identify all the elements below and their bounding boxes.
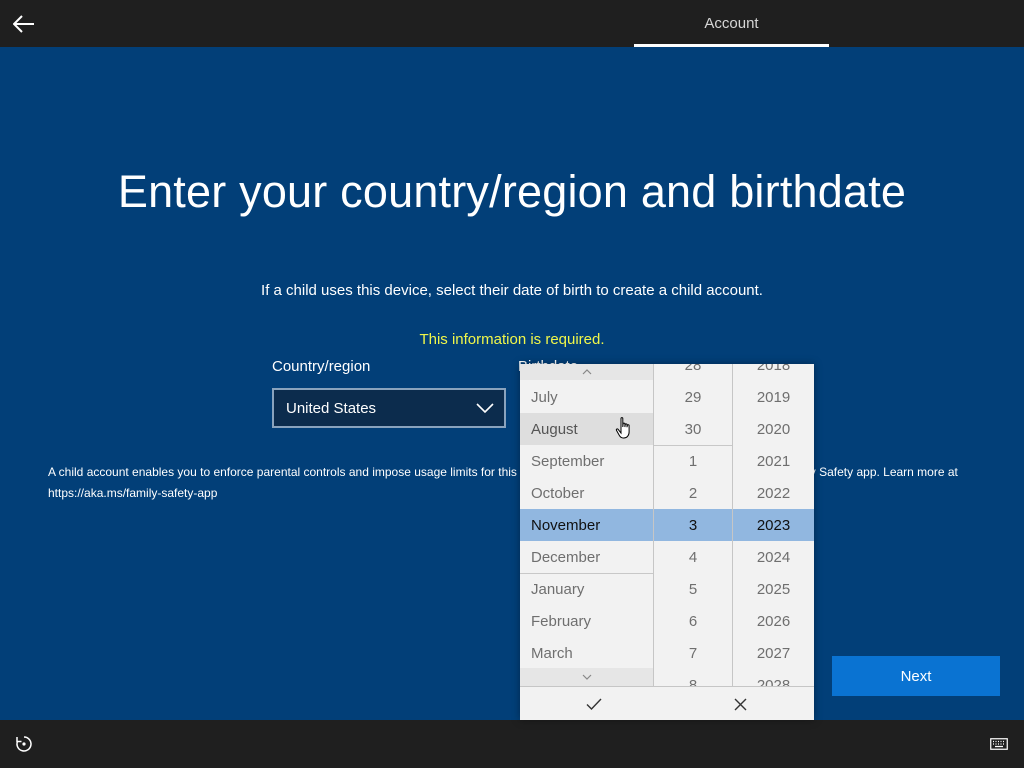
scroll-down-button[interactable] xyxy=(520,668,653,686)
page-title: Enter your country/region and birthdate xyxy=(117,166,907,217)
day-item[interactable]: 2 xyxy=(654,477,732,509)
day-item[interactable]: 3 xyxy=(654,509,732,541)
month-item[interactable]: January xyxy=(520,573,653,605)
dismiss-button[interactable] xyxy=(667,687,814,720)
back-arrow-icon xyxy=(13,15,34,33)
day-item[interactable]: 7 xyxy=(654,637,732,669)
year-item[interactable]: 2020 xyxy=(733,413,814,445)
checkmark-icon xyxy=(586,698,602,711)
picker-footer xyxy=(520,686,814,720)
year-item[interactable]: 2026 xyxy=(733,605,814,637)
day-column[interactable]: 8 7 6 5 4 3 2 1 30 29 28 xyxy=(654,364,733,686)
chevron-up-icon xyxy=(582,369,592,375)
month-item[interactable]: October xyxy=(520,477,653,509)
back-button[interactable] xyxy=(10,10,38,38)
month-item[interactable]: February xyxy=(520,605,653,637)
date-picker-flyout: March February January December November Octo… xyxy=(520,364,814,720)
year-item[interactable]: 2023 xyxy=(733,509,814,541)
year-item[interactable]: 2022 xyxy=(733,477,814,509)
year-item[interactable]: 2019 xyxy=(733,381,814,413)
accept-button[interactable] xyxy=(520,687,667,720)
scroll-up-button[interactable] xyxy=(520,364,653,380)
year-item[interactable]: 2028 xyxy=(733,669,814,687)
country-value: United States xyxy=(286,399,377,417)
month-column[interactable]: March February January December November Octo… xyxy=(520,364,654,686)
page-subtitle: If a child uses this device, select thei… xyxy=(261,282,763,299)
year-column[interactable]: 2028 2027 2026 2025 2024 2023 2022 2021 2020 2019… xyxy=(733,364,814,686)
day-item[interactable]: 30 xyxy=(654,413,732,445)
year-item[interactable]: 2025 xyxy=(733,573,814,605)
day-item[interactable]: 5 xyxy=(654,573,732,605)
month-item[interactable]: July xyxy=(520,381,653,413)
close-icon xyxy=(734,698,747,710)
chevron-down-small-icon xyxy=(582,674,592,680)
hand-cursor-icon xyxy=(615,417,630,439)
tab-underline xyxy=(634,44,829,47)
keyboard-icon[interactable] xyxy=(990,737,1008,751)
year-item[interactable]: 2021 xyxy=(733,445,814,477)
country-label: Country/region xyxy=(272,358,371,375)
day-item[interactable]: 1 xyxy=(654,445,732,477)
next-button[interactable]: Next xyxy=(832,656,1000,696)
tab-account[interactable]: Account xyxy=(634,0,829,47)
month-item[interactable]: November xyxy=(520,509,653,541)
country-select[interactable]: United States xyxy=(272,388,506,428)
bottom-bar xyxy=(0,720,1024,768)
year-item[interactable]: 2027 xyxy=(733,637,814,669)
day-item[interactable]: 28 xyxy=(654,364,732,381)
day-item[interactable]: 29 xyxy=(654,381,732,413)
day-item[interactable]: 4 xyxy=(654,541,732,573)
day-item[interactable]: 6 xyxy=(654,605,732,637)
month-item[interactable]: March xyxy=(520,637,653,669)
top-bar: Account xyxy=(0,0,1024,47)
year-item[interactable]: 2018 xyxy=(733,364,814,381)
year-item[interactable]: 2024 xyxy=(733,541,814,573)
day-item[interactable]: 8 xyxy=(654,669,732,687)
ease-of-access-icon[interactable] xyxy=(14,734,34,754)
child-account-info: A child account enables you to enforce p… xyxy=(48,465,958,500)
chevron-down-icon xyxy=(476,403,494,414)
month-item[interactable]: September xyxy=(520,445,653,477)
required-message: This information is required. xyxy=(419,331,605,348)
month-item[interactable]: December xyxy=(520,541,653,573)
